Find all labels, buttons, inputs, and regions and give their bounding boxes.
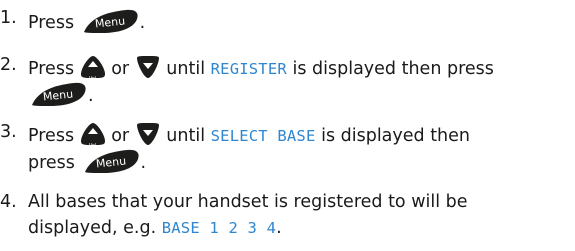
step-number: 2. [0, 55, 17, 75]
menu-key-icon: Menu [28, 81, 88, 107]
lcd-display-text: SELECT BASE [210, 127, 316, 145]
step-number: 4. [0, 192, 17, 212]
step-body: Press Vol or until REGISTER is displayed… [28, 55, 568, 106]
step-text: or [111, 59, 130, 79]
step-line: Press Vol or until SELECT BASE is displa… [28, 122, 568, 149]
step-line: Menu . [28, 81, 568, 106]
step-end: . [139, 13, 146, 33]
step-body: Press Menu . [28, 8, 568, 34]
step-text: All bases that your handset is registere… [28, 192, 468, 212]
step-text: or [111, 126, 130, 146]
step-body: All bases that your handset is registere… [28, 192, 568, 239]
step-text: Press [28, 126, 75, 146]
step-end: . [140, 153, 147, 173]
step-text: Press [28, 59, 75, 79]
step-number: 1. [0, 8, 17, 28]
step-text: is displayed then [321, 126, 471, 146]
step-text: press [28, 153, 75, 173]
step-body: Press Vol or until SELECT BASE is displa… [28, 122, 568, 173]
step-line: press Menu . [28, 148, 568, 173]
step-line: displayed, e.g. BASE 1 2 3 4. [28, 218, 568, 239]
step-text: until [166, 59, 206, 79]
step-end: . [276, 218, 282, 238]
step-text: displayed, e.g. [28, 218, 157, 238]
lcd-display-text: REGISTER [210, 60, 287, 78]
menu-key-icon: Menu [80, 8, 140, 34]
step-line: Press Menu . [28, 8, 568, 34]
step-text: Press [28, 13, 75, 33]
step-number: 3. [0, 122, 17, 142]
step-line: Press Vol or until REGISTER is displayed… [28, 55, 568, 82]
up-vol-key-icon: Vol [80, 55, 106, 82]
down-key-icon [135, 55, 161, 79]
menu-key-icon: Menu [81, 148, 141, 174]
down-key-icon [135, 122, 161, 146]
up-vol-key-icon: Vol [80, 122, 106, 149]
lcd-display-text: BASE 1 2 3 4 [161, 219, 277, 237]
step-text: until [166, 126, 206, 146]
step-line: All bases that your handset is registere… [28, 192, 568, 213]
step-text: is displayed then press [292, 59, 494, 79]
